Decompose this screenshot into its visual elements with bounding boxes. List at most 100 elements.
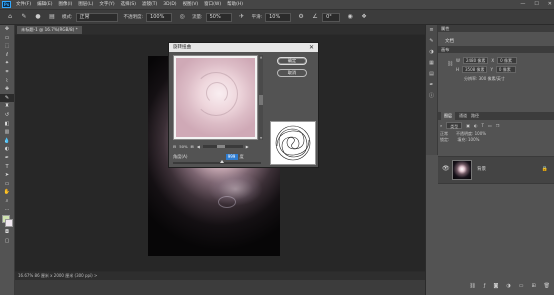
- menu-file[interactable]: 文件(F): [16, 1, 31, 8]
- brush-preset-icon[interactable]: ✎: [20, 13, 28, 21]
- angle-slider-knob[interactable]: [220, 160, 224, 163]
- preview-scrollbar[interactable]: ▲ ▼: [259, 55, 263, 140]
- mask-icon[interactable]: ◙: [493, 282, 498, 290]
- zoom-tool-icon[interactable]: ⌕: [0, 197, 14, 206]
- path-select-tool-icon[interactable]: ➤: [0, 171, 14, 180]
- document-tab[interactable]: 未标题-1 @ 16.7%(RGB/8) *: [17, 26, 82, 34]
- opacity-field[interactable]: 100%: [146, 12, 173, 22]
- angle-field[interactable]: 0°: [322, 12, 341, 22]
- tab-channels[interactable]: 通道: [459, 112, 467, 120]
- menu-image[interactable]: 图像(I): [58, 1, 72, 8]
- quick-mask-icon[interactable]: ◘: [0, 228, 14, 237]
- angle-icon[interactable]: ∠: [311, 13, 319, 21]
- dodge-tool-icon[interactable]: ◐: [0, 145, 14, 154]
- link-layers-icon[interactable]: ⛓: [469, 282, 475, 290]
- tab-paths[interactable]: 路径: [471, 112, 479, 120]
- scroll-down-icon[interactable]: ▼: [259, 136, 263, 140]
- cancel-button[interactable]: 取消: [277, 69, 307, 77]
- new-layer-icon[interactable]: ⊞: [531, 282, 535, 290]
- y-field[interactable]: 0 像素: [495, 66, 516, 73]
- menu-layer[interactable]: 图层(L): [78, 1, 93, 8]
- move-tool-icon[interactable]: ✥: [0, 25, 14, 34]
- canvas-section-header[interactable]: 画布: [438, 46, 554, 53]
- smooth-field[interactable]: 10%: [265, 12, 292, 22]
- angle-slider[interactable]: [173, 160, 261, 164]
- artboard-tool-icon[interactable]: ▭: [0, 34, 14, 43]
- preview-hscroll[interactable]: [202, 144, 243, 148]
- zoom-in-icon[interactable]: ⊞: [191, 144, 194, 149]
- zoom-out-icon[interactable]: ⊟: [173, 144, 176, 149]
- link-dimensions-icon[interactable]: ⛓: [447, 61, 453, 67]
- filter-smart-icon[interactable]: ❒: [496, 122, 500, 129]
- tab-layers[interactable]: 图层: [441, 112, 455, 120]
- type-tool-icon[interactable]: T: [0, 163, 14, 172]
- pen-tool-icon[interactable]: ✒: [0, 154, 14, 163]
- ok-button[interactable]: 确定: [277, 57, 307, 65]
- color-swatches[interactable]: [0, 214, 14, 228]
- group-icon[interactable]: ▭: [519, 282, 524, 290]
- smooth-settings-icon[interactable]: ⚙: [297, 13, 305, 21]
- angle-input[interactable]: 999: [225, 154, 238, 160]
- menu-type[interactable]: 文字(Y): [99, 1, 114, 8]
- filter-shape-icon[interactable]: ▭: [488, 122, 492, 129]
- menu-3d[interactable]: 3D(D): [163, 1, 176, 8]
- brush-panel-icon[interactable]: ▤: [48, 13, 56, 21]
- background-color-swatch[interactable]: [5, 219, 13, 228]
- brushes-panel-icon[interactable]: ✎: [426, 36, 437, 47]
- pressure-opacity-icon[interactable]: ◎: [178, 13, 186, 21]
- quick-select-tool-icon[interactable]: ✦: [0, 59, 14, 68]
- scroll-up-icon[interactable]: ▲: [259, 55, 263, 59]
- dialog-title-bar[interactable]: 旋转扭曲 ✕: [169, 43, 318, 52]
- close-window-button[interactable]: ✕: [548, 1, 552, 8]
- mode-select[interactable]: 正常: [75, 12, 118, 22]
- dialog-close-icon[interactable]: ✕: [309, 43, 314, 52]
- history-brush-tool-icon[interactable]: ↺: [0, 111, 14, 120]
- maximize-button[interactable]: ☐: [534, 1, 538, 8]
- adjustment-layer-icon[interactable]: ◑: [506, 282, 510, 290]
- more-tools-icon[interactable]: …: [0, 205, 14, 214]
- brush-tool-icon[interactable]: ✎: [0, 93, 14, 103]
- minimize-button[interactable]: —: [520, 1, 525, 8]
- filter-preview[interactable]: [173, 55, 258, 140]
- x-field[interactable]: 0 像素: [497, 57, 518, 64]
- layer-row[interactable]: 👁 背景 🔒: [438, 156, 554, 184]
- menu-window[interactable]: 窗口(W): [204, 1, 221, 8]
- paths-panel-icon[interactable]: ✒: [426, 80, 437, 91]
- swatches-panel-icon[interactable]: ▦: [426, 58, 437, 69]
- symmetry-icon[interactable]: ❖: [360, 13, 368, 21]
- menu-view[interactable]: 视图(V): [183, 1, 199, 8]
- menu-filter[interactable]: 滤镜(T): [142, 1, 157, 8]
- healing-tool-icon[interactable]: ✚: [0, 85, 14, 94]
- libraries-panel-icon[interactable]: ▤: [426, 69, 437, 80]
- menu-help[interactable]: 帮助(H): [227, 1, 243, 8]
- marquee-tool-icon[interactable]: ⬚: [0, 42, 14, 51]
- filter-type-icon[interactable]: T: [482, 122, 484, 129]
- flow-field[interactable]: 50%: [205, 12, 232, 22]
- info-panel-icon[interactable]: ⓘ: [426, 91, 437, 102]
- visibility-eye-icon[interactable]: 👁: [442, 165, 450, 172]
- delete-layer-icon[interactable]: 🗑: [544, 282, 550, 290]
- filter-pixel-icon[interactable]: ▣: [466, 122, 470, 129]
- pan-right-icon[interactable]: ▶: [246, 144, 249, 149]
- pan-left-icon[interactable]: ◀: [197, 144, 200, 149]
- layer-name[interactable]: 背景: [477, 166, 486, 172]
- layer-fill[interactable]: 填充: 100%: [457, 137, 479, 143]
- eraser-tool-icon[interactable]: ◧: [0, 120, 14, 129]
- height-field[interactable]: 3508 像素: [462, 66, 488, 73]
- blur-tool-icon[interactable]: 💧: [0, 137, 14, 146]
- brush-size-icon[interactable]: ●: [34, 13, 42, 21]
- home-icon[interactable]: ⌂: [6, 13, 14, 21]
- screen-mode-icon[interactable]: ▢: [0, 237, 14, 246]
- filter-adjust-icon[interactable]: ◐: [474, 122, 478, 129]
- gradient-tool-icon[interactable]: ▥: [0, 128, 14, 137]
- airbrush-icon[interactable]: ✈: [238, 13, 246, 21]
- properties-tab[interactable]: 属性: [438, 25, 554, 32]
- hand-tool-icon[interactable]: ✋: [0, 188, 14, 197]
- eyedropper-tool-icon[interactable]: ⌇: [0, 77, 14, 86]
- menu-edit[interactable]: 编辑(E): [37, 1, 52, 8]
- stamp-tool-icon[interactable]: ♜: [0, 102, 14, 111]
- layer-filter-select[interactable]: 类型: [446, 122, 463, 129]
- fx-icon[interactable]: ƒ: [484, 282, 486, 290]
- lasso-tool-icon[interactable]: ℓ: [0, 51, 14, 60]
- history-panel-icon[interactable]: ≡: [426, 25, 437, 36]
